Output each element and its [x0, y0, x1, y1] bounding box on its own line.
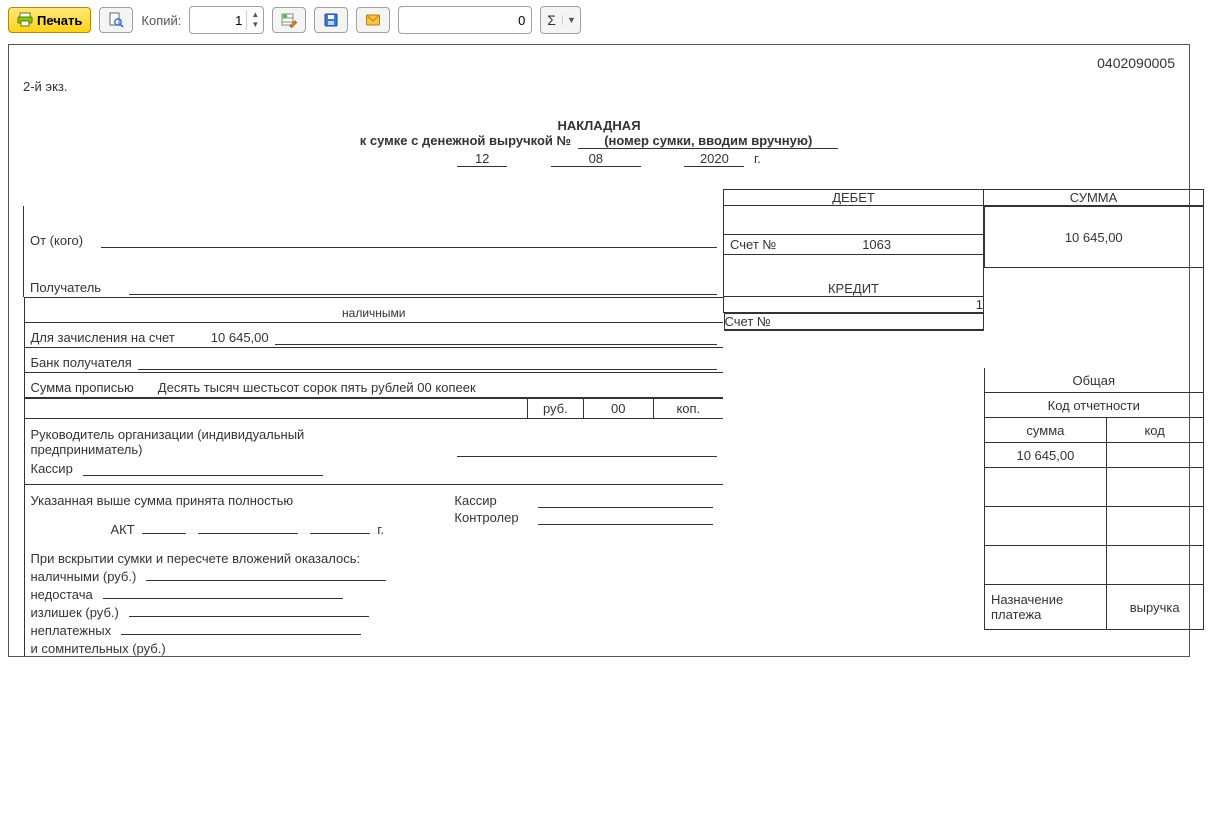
sigma-icon: Σ	[541, 12, 562, 28]
sigma-dropdown-icon[interactable]: ▼	[562, 15, 580, 25]
copies-spin[interactable]: ▲ ▼	[189, 6, 264, 34]
copies-label: Копий:	[141, 13, 181, 28]
cash-label: наличными	[342, 306, 405, 320]
cashier2-sign[interactable]	[538, 507, 713, 508]
shortage-value[interactable]	[103, 598, 343, 599]
act-f1[interactable]	[142, 533, 186, 534]
accepted-label: Указанная выше сумма принята полностью	[31, 493, 294, 508]
kod-col-label: код	[1107, 418, 1204, 443]
document-magnifier-icon	[108, 12, 124, 28]
cash-rub-label: наличными (руб.)	[31, 569, 137, 584]
form-number: 0402090005	[23, 55, 1175, 71]
act-g: г.	[377, 522, 384, 537]
cashier-label: Кассир	[31, 461, 73, 476]
right-column: 10 645,00 Общая Код отчетности сумма код…	[984, 206, 1204, 630]
recipient-value[interactable]	[129, 294, 717, 295]
kod-value	[1107, 443, 1204, 468]
surplus-value[interactable]	[129, 616, 369, 617]
cash-rub-value[interactable]	[146, 580, 386, 581]
print-label: Печать	[37, 13, 82, 28]
from-label: От (кого)	[30, 233, 83, 248]
main-grid: ДЕБЕТ СУММА От (кого) Счет № 1063	[23, 189, 1204, 656]
date-month[interactable]: 08	[551, 151, 641, 167]
date-line: 12 08 2020 г.	[23, 151, 1175, 167]
doubtful-label: и сомнительных (руб.)	[31, 641, 166, 656]
purpose-label: Назначение платежа	[984, 585, 1107, 630]
purpose-value: выручка	[1107, 585, 1204, 630]
sum-words-label: Сумма прописью	[31, 380, 134, 395]
date-day[interactable]: 12	[457, 151, 507, 167]
spin-arrows: ▲ ▼	[246, 10, 263, 30]
title-line1: НАКЛАДНАЯ	[23, 118, 1175, 133]
save-button[interactable]	[314, 7, 348, 33]
title-prefix: к сумке с денежной выручкой №	[360, 133, 571, 148]
kop-label: коп.	[653, 398, 723, 418]
floppy-icon	[323, 12, 339, 28]
from-value[interactable]	[101, 247, 717, 248]
sum-words-value: Десять тысяч шестьсот сорок пять рублей …	[158, 380, 717, 395]
cashier-sign[interactable]	[83, 475, 323, 476]
head-sign[interactable]	[457, 456, 717, 457]
to-account-value[interactable]	[275, 344, 717, 345]
bag-number[interactable]: (номер сумки, вводим вручную)	[578, 133, 838, 149]
envelope-icon	[365, 12, 381, 28]
copy-number: 2-й экз.	[23, 79, 1175, 94]
nonpay-label: неплатежных	[31, 623, 112, 638]
spin-up[interactable]: ▲	[247, 10, 263, 20]
debit-account-label: Счет №	[730, 237, 776, 252]
table-pencil-icon	[281, 12, 297, 28]
sigma-button[interactable]: Σ ▼	[540, 6, 581, 34]
mail-button[interactable]	[356, 7, 390, 33]
bank-value[interactable]	[138, 369, 717, 370]
debet-header: ДЕБЕТ	[724, 190, 984, 206]
copies-input[interactable]	[190, 13, 246, 28]
title-line2: к сумке с денежной выручкой № (номер сум…	[23, 133, 1175, 149]
print-button[interactable]: Печать	[8, 7, 91, 33]
kod-otch-label: Код отчетности	[984, 393, 1204, 418]
bank-label: Банк получателя	[31, 355, 132, 370]
date-year[interactable]: 2020	[684, 151, 744, 167]
surplus-label: излишек (руб.)	[31, 605, 119, 620]
rub-label: руб.	[527, 398, 583, 418]
summa-col-label: сумма	[984, 418, 1107, 443]
controller-sign[interactable]	[538, 524, 713, 525]
summa-header: СУММА	[984, 190, 1204, 206]
document-page: 0402090005 2-й экз. НАКЛАДНАЯ к сумке с …	[8, 44, 1190, 657]
credit-account-label: Счет №	[725, 314, 771, 329]
shortage-label: недостача	[31, 587, 93, 602]
to-account-label: Для зачисления на счет	[31, 330, 175, 345]
summa-value: 10 645,00	[984, 206, 1204, 268]
recipient-label: Получатель	[30, 280, 101, 295]
printer-icon	[17, 12, 33, 28]
act-f2[interactable]	[198, 533, 298, 534]
to-account-sum: 10 645,00	[211, 330, 269, 345]
obshaya-label: Общая	[984, 368, 1204, 393]
spin-down[interactable]: ▼	[247, 20, 263, 30]
act-label: АКТ	[111, 522, 135, 537]
credit-flag: 1	[724, 297, 984, 313]
preview-button[interactable]	[99, 7, 133, 33]
nonpay-value[interactable]	[121, 634, 361, 635]
cashier2-label: Кассир	[454, 493, 534, 508]
on-open-label: При вскрытии сумки и пересчете вложений …	[31, 551, 718, 566]
toolbar: Печать Копий: ▲ ▼ Σ ▼	[0, 0, 1227, 40]
credit-header: КРЕДИТ	[724, 255, 984, 297]
head-label: Руководитель организации (индивидуальный…	[31, 427, 382, 457]
edit-button[interactable]	[272, 7, 306, 33]
number-field[interactable]	[398, 6, 532, 34]
date-year-suffix: г.	[754, 151, 761, 166]
kop-value: 00	[583, 398, 653, 418]
controller-label: Контролер	[454, 510, 534, 525]
act-f3[interactable]	[310, 533, 370, 534]
debit-account-value: 1063	[776, 237, 977, 252]
summa2-value: 10 645,00	[984, 443, 1107, 468]
title-block: НАКЛАДНАЯ к сумке с денежной выручкой № …	[23, 118, 1175, 167]
